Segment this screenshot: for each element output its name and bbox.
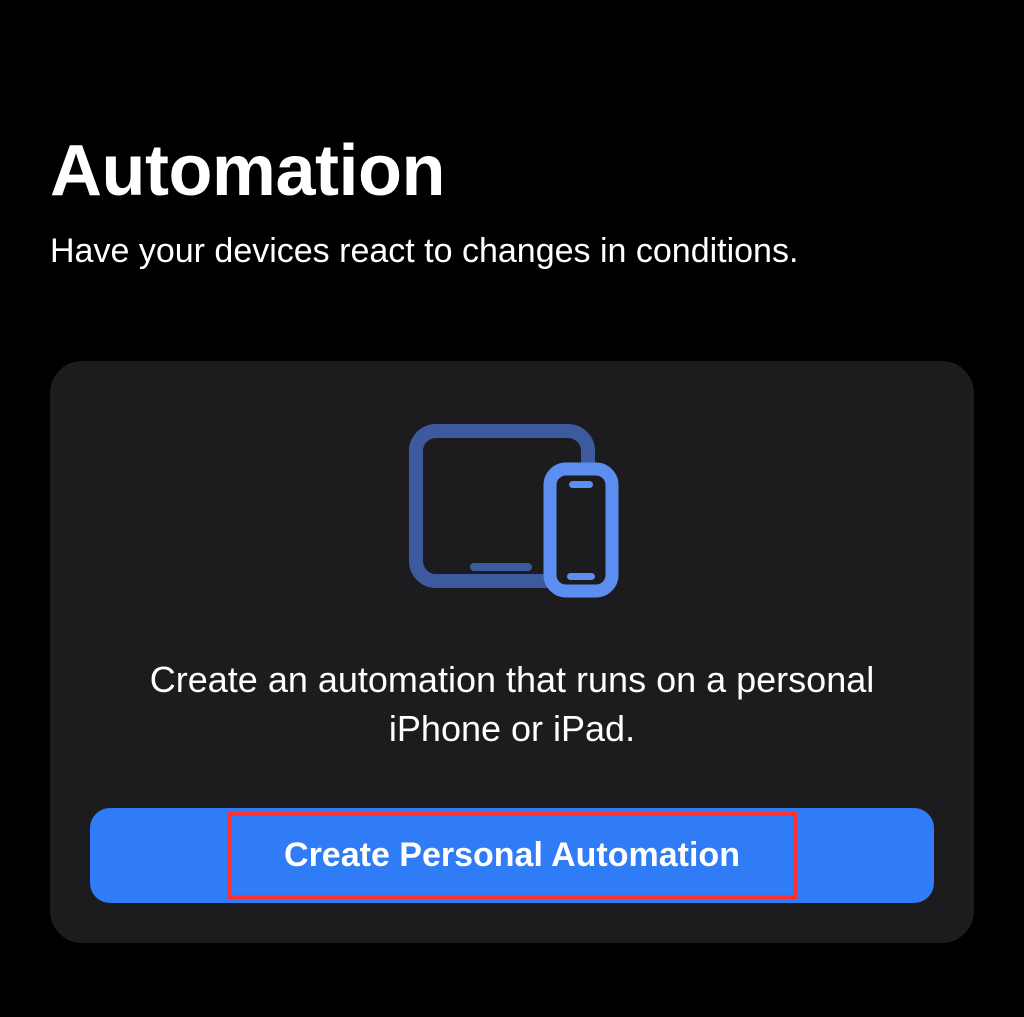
page-title: Automation (50, 130, 974, 212)
automation-card: Create an automation that runs on a pers… (50, 361, 974, 943)
page-subtitle: Have your devices react to changes in co… (50, 232, 974, 271)
create-button-label: Create Personal Automation (284, 836, 740, 874)
create-personal-automation-button[interactable]: Create Personal Automation (90, 808, 934, 903)
card-description: Create an automation that runs on a pers… (137, 656, 887, 753)
devices-icon (402, 421, 622, 606)
